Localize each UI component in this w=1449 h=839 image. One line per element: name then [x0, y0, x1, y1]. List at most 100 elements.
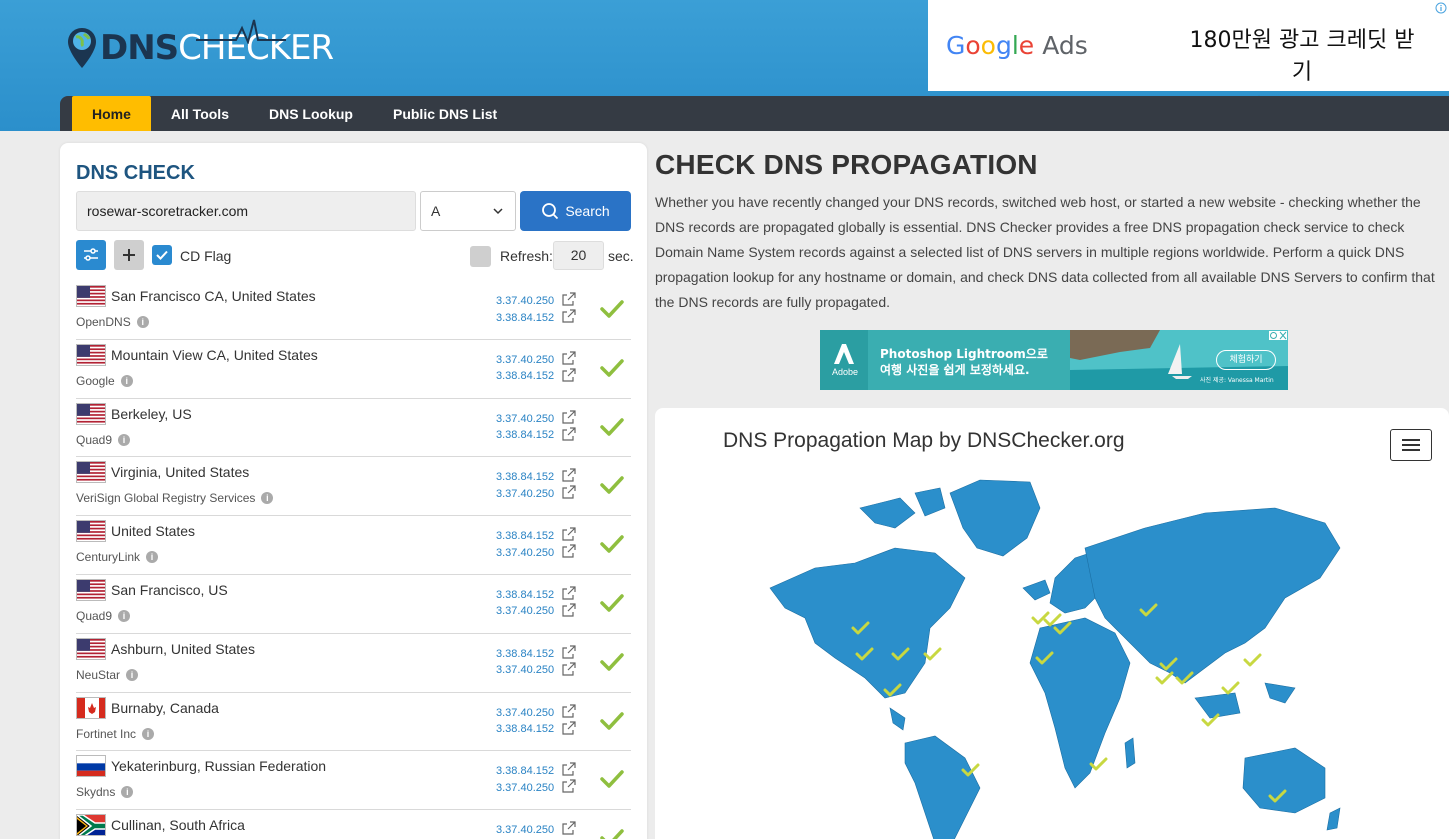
ip-address[interactable]: 3.37.40.250 — [496, 293, 554, 310]
ip-address[interactable]: 3.37.40.250 — [496, 352, 554, 369]
ip-address[interactable]: 3.38.84.152 — [496, 587, 554, 604]
ip-address[interactable]: 3.38.84.152 — [496, 646, 554, 663]
flag-us-icon — [76, 520, 106, 543]
resolved-ips: 3.38.84.152 3.37.40.250 — [496, 528, 554, 561]
nav-home[interactable]: Home — [72, 96, 151, 131]
ip-address[interactable]: 3.38.84.152 — [496, 469, 554, 486]
sliders-icon — [84, 248, 98, 261]
external-link-icon[interactable] — [562, 485, 576, 499]
external-link-icon[interactable] — [562, 662, 576, 676]
nav-all-tools[interactable]: All Tools — [151, 96, 249, 131]
search-button[interactable]: Search — [520, 191, 631, 231]
site-header: DNSCHECKER Google Ads 180만원 광고 크레딧 받기 약관… — [0, 0, 1449, 131]
record-type-select[interactable]: A — [420, 191, 516, 231]
external-link-icon[interactable] — [562, 409, 576, 424]
google-wordmark: Google — [946, 31, 1035, 60]
ad-cta-button[interactable]: 체험하기 — [1216, 350, 1276, 370]
ip-address[interactable]: 3.37.40.250 — [496, 822, 554, 839]
ad-info-icon[interactable] — [1435, 2, 1447, 14]
external-link-icon[interactable] — [562, 586, 576, 600]
info-icon[interactable]: i — [121, 786, 134, 799]
result-row: Cullinan, South Africa 3.37.40.250 — [76, 810, 631, 839]
ip-address[interactable]: 3.38.84.152 — [496, 528, 554, 545]
external-link-icon[interactable] — [562, 720, 576, 735]
ip-address[interactable]: 3.38.84.152 — [496, 721, 554, 738]
refresh-checkbox[interactable] — [470, 246, 491, 267]
external-link-icon[interactable] — [562, 309, 576, 323]
server-provider: Fortinet Inc i — [76, 727, 155, 741]
resolved-ips: 3.37.40.250 3.38.84.152 — [496, 293, 554, 326]
flag-ca-icon — [76, 696, 106, 719]
result-row: San Francisco CA, United States OpenDNS i 3… — [76, 281, 631, 340]
ad-close-icon[interactable] — [1269, 331, 1287, 340]
ip-address[interactable]: 3.38.84.152 — [496, 368, 554, 385]
success-check-icon — [600, 652, 624, 672]
ip-address[interactable]: 3.37.40.250 — [496, 705, 554, 722]
info-icon[interactable]: i — [136, 316, 149, 328]
google-ads-logo: Google Ads — [946, 31, 1088, 60]
flag-us-icon — [76, 578, 106, 601]
external-link-icon[interactable] — [562, 603, 576, 617]
info-icon[interactable]: i — [146, 551, 159, 564]
server-provider: VeriSign Global Registry Services i — [76, 491, 274, 505]
nav-public-dns-list[interactable]: Public DNS List — [373, 96, 517, 131]
settings-button[interactable] — [76, 240, 106, 270]
external-link-icon[interactable] — [562, 544, 576, 558]
ip-address[interactable]: 3.38.84.152 — [496, 310, 554, 327]
domain-input[interactable]: rosewar-scoretracker.com — [76, 191, 416, 231]
cd-flag-checkbox[interactable] — [152, 245, 172, 265]
info-icon[interactable]: i — [118, 433, 131, 446]
result-row: Virginia, United States VeriSign Global R… — [76, 457, 631, 517]
external-link-icon[interactable] — [562, 527, 576, 541]
server-provider: NeuStar i — [76, 668, 139, 682]
world-map[interactable] — [765, 468, 1345, 839]
map-menu-button[interactable] — [1390, 429, 1432, 461]
external-link-icon[interactable] — [562, 368, 576, 382]
result-row: Ashburn, United States NeuStar i 3.38.84.15… — [76, 634, 631, 693]
info-icon[interactable]: i — [118, 609, 131, 622]
ip-address[interactable]: 3.37.40.250 — [496, 780, 554, 797]
ip-address[interactable]: 3.37.40.250 — [496, 603, 554, 620]
resolved-ips: 3.38.84.152 3.37.40.250 — [496, 469, 554, 502]
info-icon[interactable]: i — [142, 727, 155, 740]
external-link-icon[interactable] — [562, 468, 576, 482]
propagation-map-panel: DNS Propagation Map by DNSChecker.org — [655, 408, 1449, 839]
external-link-icon[interactable] — [562, 351, 576, 365]
info-icon[interactable]: i — [120, 374, 133, 387]
ad-headline: 180만원 광고 크레딧 받기 — [1189, 28, 1415, 85]
resolved-ips: 3.38.84.152 3.37.40.250 — [496, 763, 554, 796]
flag-us-icon — [76, 285, 106, 307]
ip-address[interactable]: 3.38.84.152 — [496, 427, 554, 444]
ip-address[interactable]: 3.38.84.152 — [496, 763, 554, 780]
flag-us-icon — [76, 402, 106, 425]
info-icon[interactable]: i — [126, 668, 139, 681]
dns-check-panel: DNS CHECK rosewar-scoretracker.com A Sea… — [60, 143, 647, 839]
ip-address[interactable]: 3.37.40.250 — [496, 662, 554, 679]
nav-dns-lookup[interactable]: DNS Lookup — [249, 96, 373, 131]
main-nav: Home All Tools DNS Lookup Public DNS Lis… — [60, 96, 1449, 131]
site-logo[interactable]: DNSCHECKER — [66, 19, 334, 76]
server-provider: OpenDNS i — [76, 315, 149, 329]
external-link-icon[interactable] — [562, 821, 576, 835]
external-link-icon[interactable] — [562, 703, 576, 718]
external-link-icon[interactable] — [562, 426, 576, 441]
add-button[interactable] — [114, 240, 144, 270]
success-check-icon — [600, 593, 624, 613]
plus-icon — [123, 249, 135, 261]
server-provider: Google i — [76, 374, 133, 388]
external-link-icon[interactable] — [562, 645, 576, 659]
top-ad-banner[interactable]: Google Ads 180만원 광고 크레딧 받기 약관이 적용됩니다. — [928, 0, 1449, 111]
info-icon[interactable]: i — [261, 492, 274, 505]
success-check-icon — [600, 534, 624, 554]
ip-address[interactable]: 3.37.40.250 — [496, 545, 554, 562]
ip-address[interactable]: 3.37.40.250 — [496, 486, 554, 503]
external-link-icon[interactable] — [562, 292, 576, 306]
adobe-ad-banner[interactable]: Adobe Photoshop Lightroom으로 여행 사진을 쉽게 보정… — [820, 330, 1288, 390]
external-link-icon[interactable] — [562, 779, 576, 793]
result-row: Berkeley, US Quad9 i 3.37.40.250 3.38.84.152 — [76, 399, 631, 458]
cd-flag-label: CD Flag — [180, 248, 232, 264]
ip-address[interactable]: 3.37.40.250 — [496, 411, 554, 428]
resolved-ips: 3.38.84.152 3.37.40.250 — [496, 587, 554, 620]
refresh-interval-input[interactable]: 20 — [553, 241, 604, 270]
external-link-icon[interactable] — [562, 762, 576, 776]
